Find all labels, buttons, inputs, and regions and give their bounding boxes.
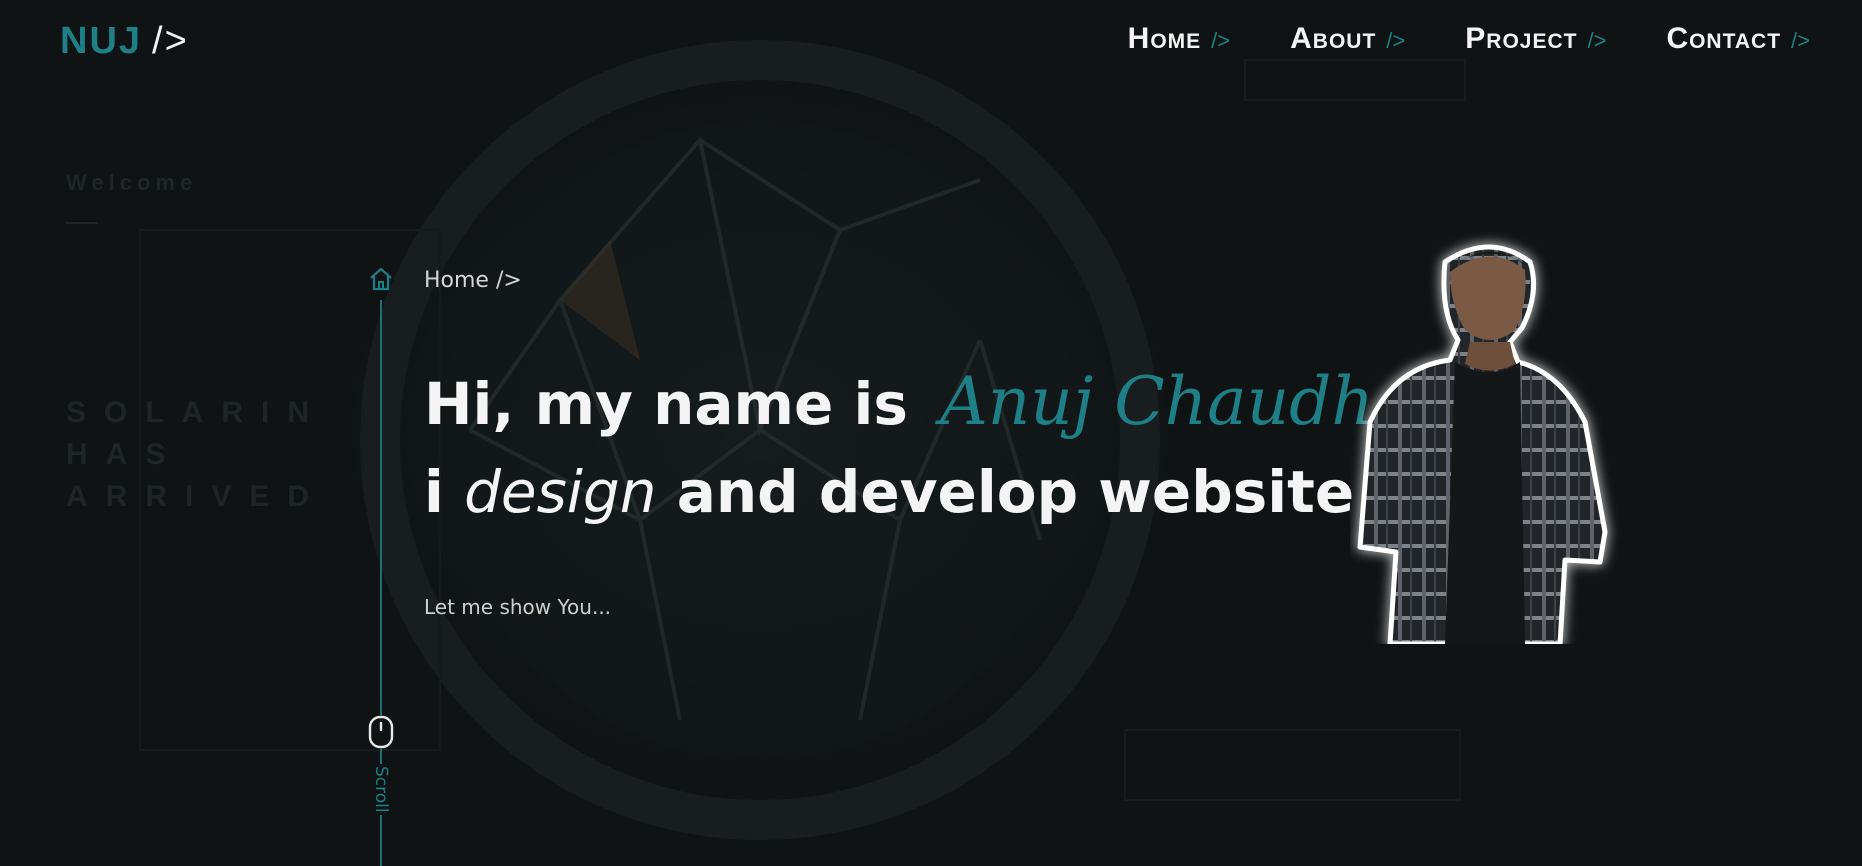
profile-photo (1357, 244, 1608, 644)
headline-line-2: i design and develop website (424, 448, 1466, 536)
nav-suffix: /> (1211, 28, 1231, 53)
breadcrumb: Home /> (424, 268, 522, 293)
nav-suffix: /> (1587, 28, 1607, 53)
main-nav: Home /> About /> Project /> Contact /> (1068, 22, 1810, 56)
nav-item-home[interactable]: Home /> (1128, 22, 1230, 56)
page: Welcome SOLARIN HAS ARRIVED NUJ/> Home /> … (0, 0, 1862, 866)
nav-suffix: /> (1386, 28, 1406, 53)
nav-label: About (1290, 22, 1377, 55)
hero-subtitle: Let me show You... (424, 595, 612, 619)
background-divider (66, 222, 98, 224)
nav-item-project[interactable]: Project /> (1465, 22, 1606, 56)
site-logo[interactable]: NUJ/> (60, 20, 189, 63)
scroll-label[interactable]: Scroll (371, 764, 391, 815)
nav-label: Project (1465, 22, 1578, 55)
headline-emphasis: design (464, 458, 657, 526)
nav-suffix: /> (1791, 28, 1810, 53)
background-welcome-text: Welcome (66, 170, 198, 195)
nav-item-about[interactable]: About /> (1290, 22, 1405, 56)
headline-intro: Hi, my name is (424, 370, 908, 438)
headline-tail: and develop website (676, 458, 1355, 526)
nav-label: Contact (1666, 22, 1782, 55)
logo-tag: /> (152, 20, 189, 62)
nav-item-contact[interactable]: Contact /> (1666, 22, 1810, 56)
mouse-icon[interactable] (368, 715, 394, 749)
home-icon[interactable] (368, 266, 394, 292)
logo-brand: NUJ (60, 20, 143, 62)
nav-label: Home (1127, 22, 1202, 55)
background-slogan: SOLARIN HAS ARRIVED (66, 396, 328, 513)
headline-line-1: Hi, my name is Anuj Chaudhari (424, 358, 1466, 448)
hero-headline: Hi, my name is Anuj Chaudhari i design a… (424, 358, 1466, 536)
headline-pronoun: i (424, 458, 444, 526)
